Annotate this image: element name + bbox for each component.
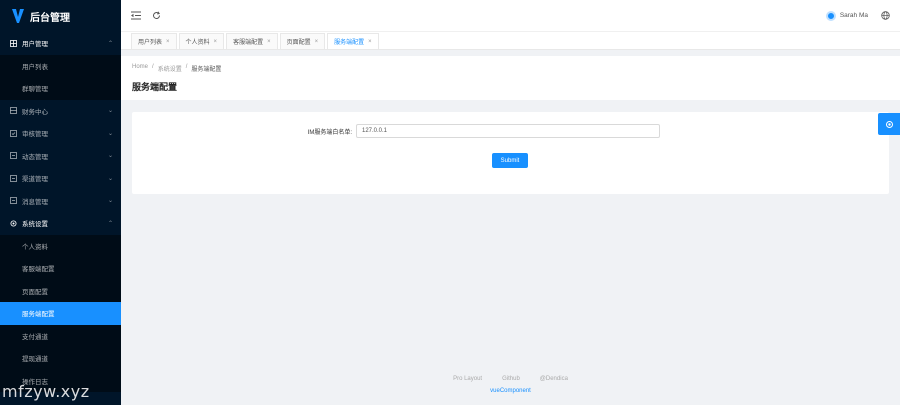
sidebar-item-label: 审核管理	[22, 131, 48, 139]
tab-label: 个人资料	[185, 40, 210, 46]
footer-copyright[interactable]: vueComponent	[121, 388, 900, 394]
chevron-down-icon: ⌄	[107, 175, 113, 182]
sidebar-item-moments[interactable]: 动态管理 ⌄	[0, 145, 121, 168]
gear-icon	[885, 120, 893, 128]
tab-label: 页面配置	[286, 40, 311, 46]
footer-link-github[interactable]: Github	[502, 376, 520, 382]
sidebar-item-label: 渠道管理	[22, 176, 48, 184]
sidebar-item-channel[interactable]: 渠道管理 ⌄	[0, 167, 121, 190]
tab-profile[interactable]: 个人资料 ×	[178, 33, 225, 49]
config-form-card: IM服务端白名单: 127.0.0.1 Submit	[132, 112, 889, 194]
menu-fold-icon[interactable]	[131, 11, 141, 21]
avatar	[825, 10, 836, 21]
sidebar-subitem-page-config[interactable]: 页面配置	[0, 279, 121, 302]
tab-page-config[interactable]: 页面配置 ×	[279, 33, 326, 49]
app-title: 后台管理	[30, 12, 70, 24]
gear-icon	[10, 220, 17, 227]
sidebar-item-label: 系统设置	[22, 221, 48, 229]
close-icon[interactable]: ×	[214, 39, 218, 45]
sidebar-item-review[interactable]: 审核管理 ⌄	[0, 122, 121, 145]
im-whitelist-label: IM服务端白名单:	[307, 129, 352, 136]
tab-label: 服务端配置	[334, 40, 365, 46]
sidebar-item-label: 用户管理	[22, 41, 48, 49]
chevron-down-icon: ⌄	[107, 153, 113, 160]
footer-link-author[interactable]: @Dendica	[540, 376, 568, 382]
table-icon	[10, 39, 17, 47]
square-icon	[10, 152, 17, 160]
settings-drawer-button[interactable]	[878, 113, 900, 135]
close-icon[interactable]: ×	[166, 39, 170, 45]
reload-icon[interactable]	[151, 11, 161, 21]
sidebar-item-system-settings[interactable]: 系统设置 ⌃	[0, 212, 121, 235]
logo[interactable]: 后台管理	[0, 0, 121, 32]
chevron-down-icon: ⌄	[107, 108, 113, 115]
chevron-up-icon: ⌃	[107, 40, 113, 47]
tab-label: 用户列表	[138, 40, 163, 46]
chevron-down-icon: ⌄	[107, 198, 113, 205]
sidebar-item-label: 动态管理	[22, 153, 48, 161]
sidebar-item-user-management[interactable]: 用户管理 ⌃	[0, 32, 121, 55]
globe-icon[interactable]	[880, 11, 890, 21]
close-icon[interactable]: ×	[267, 39, 271, 45]
page-title: 服务端配置	[132, 82, 178, 92]
check-square-icon	[10, 129, 17, 137]
footer-link-pro-layout[interactable]: Pro Layout	[453, 376, 482, 382]
page-header: Home / 系统设置 / 服务端配置 服务端配置	[121, 56, 900, 100]
sidebar-subitem-client-config[interactable]: 客服端配置	[0, 257, 121, 280]
sidebar-subitem-payment-channel[interactable]: 支付通道	[0, 324, 121, 347]
sidebar-subitem-user-list[interactable]: 用户列表	[0, 54, 121, 77]
sidebar-subitem-group-chat[interactable]: 群聊管理	[0, 77, 121, 100]
sidebar-subitem-server-config[interactable]: 服务端配置	[0, 302, 121, 325]
close-icon[interactable]: ×	[315, 39, 319, 45]
sidebar-item-messages[interactable]: 消息管理 ⌄	[0, 190, 121, 213]
breadcrumb-separator: /	[152, 64, 154, 70]
sidebar-subitem-withdraw-channel[interactable]: 提现通道	[0, 347, 121, 370]
multi-tab-bar: 用户列表 × 个人资料 × 客服端配置 × 页面配置 × 服务端配置 ×	[121, 32, 900, 50]
breadcrumb-current: 服务端配置	[191, 67, 222, 73]
sidebar-subitem-profile[interactable]: 个人资料	[0, 234, 121, 257]
square-icon	[10, 174, 17, 182]
breadcrumb: Home / 系统设置 / 服务端配置	[132, 64, 889, 73]
top-header: Sarah Ma	[121, 0, 900, 32]
breadcrumb-system-settings[interactable]: 系统设置	[158, 64, 182, 73]
logo-icon	[12, 9, 24, 23]
form-row-im-whitelist: IM服务端白名单: 127.0.0.1	[132, 124, 889, 138]
tab-user-list[interactable]: 用户列表 ×	[131, 33, 177, 49]
breadcrumb-home[interactable]: Home	[132, 64, 148, 73]
tab-client-config[interactable]: 客服端配置 ×	[226, 33, 278, 49]
sidebar-item-finance[interactable]: 财务中心 ⌄	[0, 100, 121, 123]
sidebar-item-label: 财务中心	[22, 108, 48, 116]
breadcrumb-separator: /	[185, 64, 188, 70]
sidebar: 后台管理 用户管理 ⌃ 用户列表 群聊管理 财务中心 ⌄ 审核管理 ⌄ 动态管理…	[0, 0, 121, 405]
footer-links: Pro Layout Github @Dendica	[121, 376, 900, 382]
tab-server-config[interactable]: 服务端配置 ×	[327, 33, 379, 49]
submit-button[interactable]: Submit	[492, 153, 528, 168]
grid-icon	[10, 107, 17, 115]
user-name: Sarah Ma	[839, 12, 868, 19]
footer: Pro Layout Github @Dendica vueComponent	[121, 376, 900, 394]
square-icon	[10, 197, 17, 205]
chevron-down-icon: ⌄	[107, 130, 113, 137]
watermark: mfzyw.xyz	[2, 382, 90, 401]
chevron-up-icon: ⌃	[107, 220, 113, 227]
im-whitelist-input[interactable]: 127.0.0.1	[356, 124, 660, 138]
sidebar-item-label: 消息管理	[22, 198, 48, 206]
tab-label: 客服端配置	[233, 40, 264, 46]
user-menu[interactable]: Sarah Ma	[825, 10, 868, 21]
close-icon[interactable]: ×	[368, 39, 372, 45]
